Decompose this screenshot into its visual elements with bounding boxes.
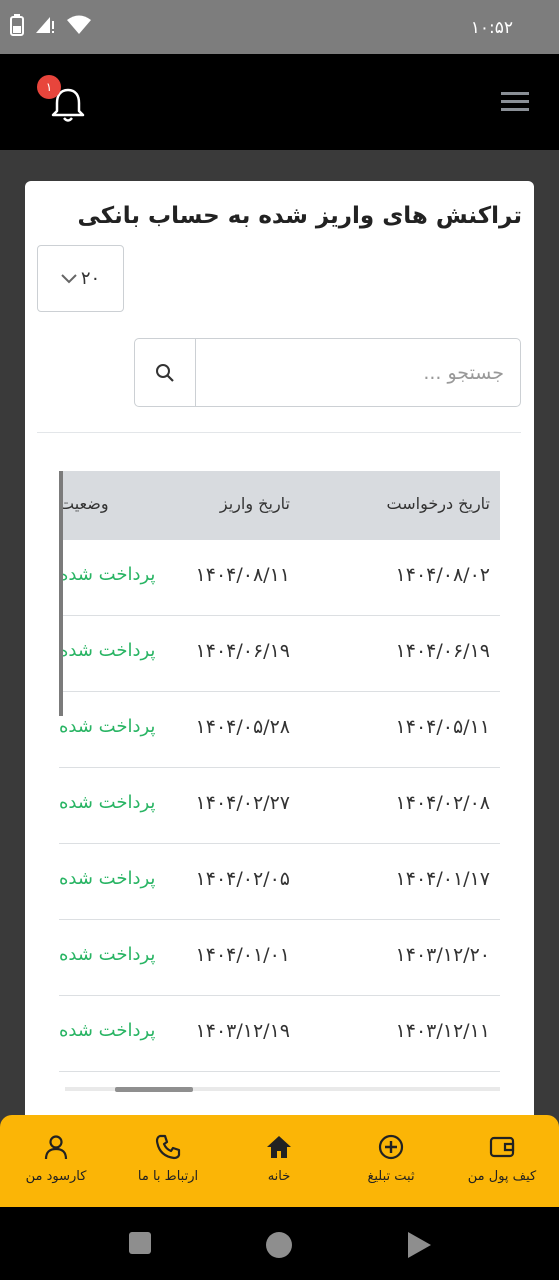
home-circle-icon[interactable] bbox=[265, 1231, 293, 1259]
no-sim-icon bbox=[36, 17, 54, 33]
nav-contact-label: ارتباط با ما bbox=[137, 1169, 199, 1184]
status-icons bbox=[10, 14, 92, 36]
table-row[interactable]: ۱۴۰۴/۰۱/۱۷ ۱۴۰۴/۰۲/۰۵ پرداخت شده bbox=[59, 844, 500, 920]
chevron-down-icon bbox=[61, 273, 77, 283]
bottom-navigation: کیف پول من ثبت تبلیغ خانه ارتباط با ما ک… bbox=[0, 1115, 559, 1207]
horizontal-scrollbar-thumb[interactable] bbox=[115, 1087, 193, 1092]
battery-icon bbox=[10, 14, 24, 36]
table-row[interactable]: ۱۴۰۴/۰۶/۱۹ ۱۴۰۴/۰۶/۱۹ پرداخت شده bbox=[59, 616, 500, 692]
vertical-scrollbar[interactable] bbox=[59, 471, 63, 716]
system-navigation-bar bbox=[0, 1207, 559, 1280]
user-icon bbox=[44, 1135, 68, 1160]
nav-profile[interactable]: کارسود من bbox=[6, 1133, 106, 1184]
search-box bbox=[134, 338, 521, 407]
request-date-cell: ۱۴۰۳/۱۲/۱۱ bbox=[395, 1020, 490, 1042]
request-date-cell: ۱۴۰۴/۰۶/۱۹ bbox=[395, 640, 490, 662]
column-header-deposit-date: تاریخ واریز bbox=[219, 494, 290, 513]
page-size-value: ۲۰ bbox=[80, 268, 101, 289]
phone-icon bbox=[155, 1134, 181, 1160]
table-row[interactable]: ۱۴۰۴/۰۲/۰۸ ۱۴۰۴/۰۲/۲۷ پرداخت شده bbox=[59, 768, 500, 844]
request-date-cell: ۱۴۰۴/۰۱/۱۷ bbox=[395, 868, 490, 890]
app-header bbox=[0, 54, 559, 150]
status-bar: ۱۰:۵۲ bbox=[0, 0, 559, 54]
search-icon bbox=[156, 363, 174, 382]
divider bbox=[37, 432, 521, 433]
back-triangle-icon[interactable] bbox=[406, 1231, 432, 1259]
request-date-cell: ۱۴۰۳/۱۲/۲۰ bbox=[395, 944, 490, 966]
status-cell: پرداخت شده bbox=[59, 944, 156, 965]
wifi-icon bbox=[67, 15, 91, 34]
table-row[interactable]: ۱۴۰۳/۱۲/۲۰ ۱۴۰۴/۰۱/۰۱ پرداخت شده bbox=[59, 920, 500, 996]
transactions-table[interactable]: تاریخ درخواست تاریخ واریز وضعیت ۱۴۰۴/۰۸/… bbox=[59, 471, 500, 1091]
nav-wallet-label: کیف پول من bbox=[467, 1169, 537, 1184]
deposit-date-cell: ۱۴۰۳/۱۲/۱۹ bbox=[195, 1020, 290, 1042]
deposit-date-cell: ۱۴۰۴/۰۲/۰۵ bbox=[195, 868, 290, 890]
status-cell: پرداخت شده bbox=[59, 640, 156, 661]
nav-contact[interactable]: ارتباط با ما bbox=[118, 1133, 218, 1184]
deposit-date-cell: ۱۴۰۴/۰۱/۰۱ bbox=[195, 944, 290, 966]
nav-wallet[interactable]: کیف پول من bbox=[452, 1133, 552, 1184]
request-date-cell: ۱۴۰۴/۰۸/۰۲ bbox=[395, 564, 490, 586]
column-header-request-date: تاریخ درخواست bbox=[386, 494, 491, 513]
hamburger-menu-icon[interactable] bbox=[501, 90, 529, 114]
clock: ۱۰:۵۲ bbox=[470, 18, 513, 38]
nav-home-label: خانه bbox=[267, 1169, 291, 1184]
home-icon bbox=[267, 1136, 291, 1158]
status-cell: پرداخت شده bbox=[59, 868, 156, 889]
page-size-select[interactable]: ۲۰ bbox=[37, 245, 124, 312]
notification-badge: ۱ bbox=[37, 75, 61, 99]
column-header-status: وضعیت bbox=[59, 494, 109, 513]
wallet-icon bbox=[489, 1136, 515, 1158]
status-cell: پرداخت شده bbox=[59, 564, 156, 585]
nav-add-ad-label: ثبت تبلیغ bbox=[367, 1169, 415, 1184]
deposit-date-cell: ۱۴۰۴/۰۲/۲۷ bbox=[195, 792, 290, 814]
table-header: تاریخ درخواست تاریخ واریز وضعیت bbox=[59, 471, 500, 540]
plus-circle-icon bbox=[378, 1134, 404, 1160]
table-row[interactable]: ۱۴۰۴/۰۸/۰۲ ۱۴۰۴/۰۸/۱۱ پرداخت شده bbox=[59, 540, 500, 616]
table-row[interactable]: ۱۴۰۳/۱۲/۱۱ ۱۴۰۳/۱۲/۱۹ پرداخت شده bbox=[59, 996, 500, 1072]
table-row[interactable]: ۱۴۰۴/۰۵/۱۱ ۱۴۰۴/۰۵/۲۸ پرداخت شده bbox=[59, 692, 500, 768]
status-cell: پرداخت شده bbox=[59, 792, 156, 813]
nav-profile-label: کارسود من bbox=[25, 1169, 87, 1184]
nav-home[interactable]: خانه bbox=[229, 1133, 329, 1184]
deposit-date-cell: ۱۴۰۴/۰۸/۱۱ bbox=[195, 564, 290, 586]
request-date-cell: ۱۴۰۴/۰۵/۱۱ bbox=[395, 716, 490, 738]
status-cell: پرداخت شده bbox=[59, 1020, 156, 1041]
request-date-cell: ۱۴۰۴/۰۲/۰۸ bbox=[395, 792, 490, 814]
transactions-card: تراکنش های واریز شده به حساب بانکی ۲۰ تا… bbox=[25, 181, 534, 1141]
nav-add-ad[interactable]: ثبت تبلیغ bbox=[341, 1133, 441, 1184]
recents-square-icon[interactable] bbox=[128, 1231, 152, 1255]
deposit-date-cell: ۱۴۰۴/۰۶/۱۹ bbox=[195, 640, 290, 662]
search-input[interactable] bbox=[196, 339, 520, 406]
page-title: تراکنش های واریز شده به حساب بانکی bbox=[77, 203, 522, 229]
search-button[interactable] bbox=[135, 339, 196, 406]
status-cell: پرداخت شده bbox=[59, 716, 156, 737]
deposit-date-cell: ۱۴۰۴/۰۵/۲۸ bbox=[195, 716, 290, 738]
